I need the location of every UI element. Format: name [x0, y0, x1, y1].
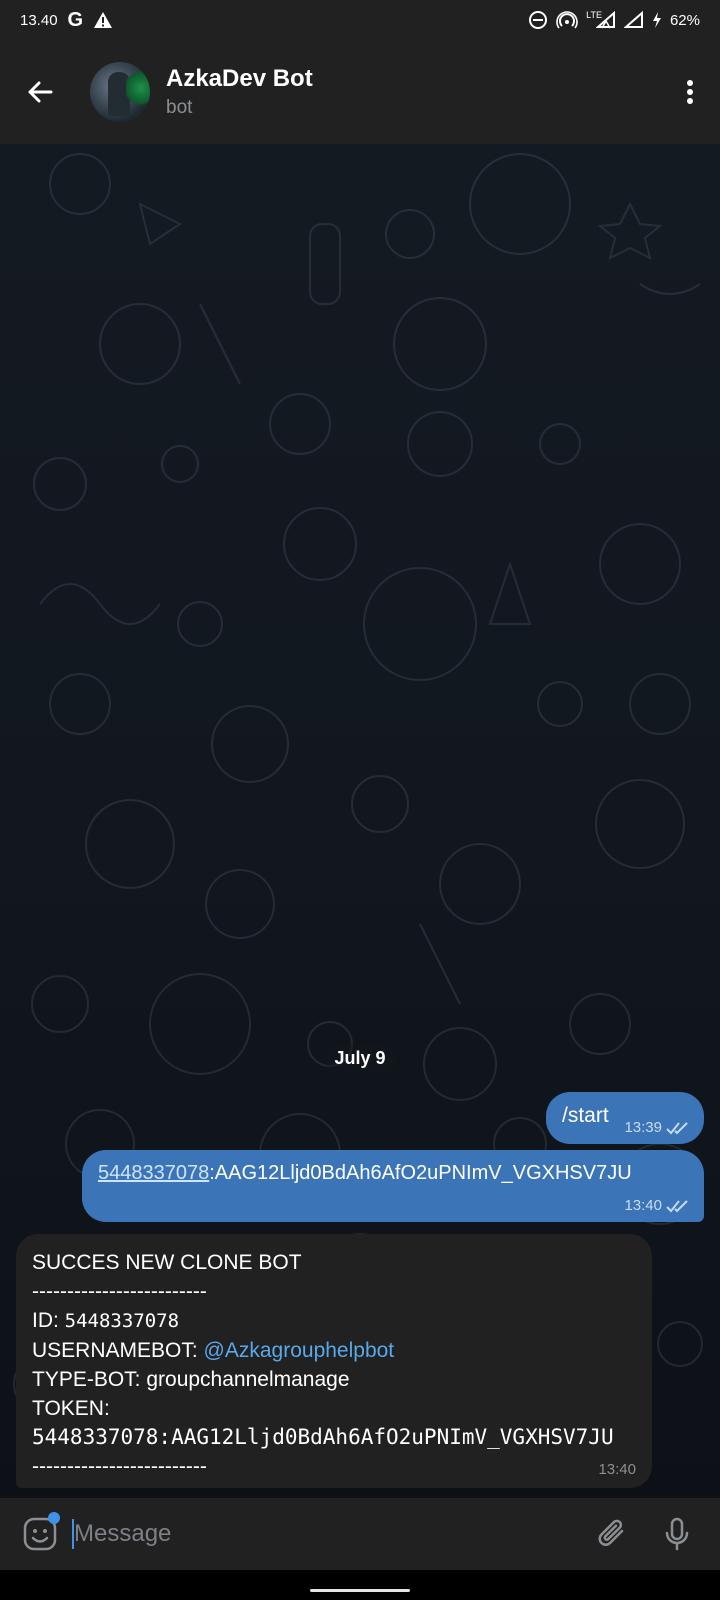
- date-label: July 9: [324, 1044, 396, 1073]
- voice-record-button[interactable]: [652, 1509, 702, 1559]
- battery-percent: 62%: [669, 11, 700, 29]
- divider-text: -------------------------: [32, 1455, 207, 1478]
- avatar[interactable]: [90, 62, 150, 122]
- message-time: 13:39: [624, 1119, 662, 1136]
- signal-icon: [623, 11, 644, 29]
- status-bar: 13.40 G LTE 62%: [0, 0, 720, 40]
- message-title: SUCCES NEW CLONE BOT: [32, 1251, 302, 1274]
- message-input[interactable]: [74, 1520, 588, 1548]
- message-text: /start: [562, 1104, 609, 1127]
- signal-icon: [595, 11, 616, 29]
- chat-title-block[interactable]: AzkaDev Bot bot: [166, 65, 313, 119]
- chat-subtitle: bot: [166, 97, 193, 118]
- hotspot-icon: [556, 10, 578, 30]
- dnd-icon: [528, 10, 548, 30]
- microphone-icon: [665, 1517, 689, 1551]
- google-icon: G: [67, 8, 84, 31]
- arrow-back-icon: [28, 81, 53, 103]
- divider-text: -------------------------: [32, 1280, 207, 1303]
- status-time: 13.40: [20, 11, 58, 29]
- more-options-button[interactable]: [660, 40, 720, 144]
- id-line: ID: 5448337078: [32, 1309, 180, 1332]
- emoji-button[interactable]: [18, 1512, 62, 1556]
- message-meta: 13:39: [624, 1119, 690, 1136]
- username-mention-link[interactable]: @Azkagrouphelpbot: [204, 1339, 395, 1362]
- message-time: 13:40: [598, 1461, 636, 1478]
- chat-title: AzkaDev Bot: [166, 65, 313, 92]
- token-label: TOKEN:: [32, 1397, 110, 1420]
- message-bubble-incoming[interactable]: SUCCES NEW CLONE BOT -------------------…: [16, 1234, 652, 1488]
- message-input-bar: [0, 1498, 720, 1570]
- username-line: USERNAMEBOT: @Azkagrouphelpbot: [32, 1339, 395, 1362]
- id-value: 5448337078: [64, 1310, 180, 1332]
- message-time: 13:40: [624, 1197, 662, 1214]
- notification-dot: [48, 1512, 60, 1524]
- double-check-icon: [666, 1121, 688, 1134]
- message-meta: 13:40: [624, 1197, 690, 1214]
- paperclip-icon: [598, 1519, 624, 1546]
- token-value: 5448337078:AAG12Lljd0BdAh6AfO2uPNImV_VGX…: [32, 1425, 614, 1449]
- type-line: TYPE-BOT: groupchannelmanage: [32, 1368, 350, 1391]
- bot-id-link[interactable]: 5448337078: [98, 1162, 209, 1184]
- home-indicator[interactable]: [310, 1589, 410, 1592]
- message-bubble-outgoing[interactable]: 5448337078:AAG12Lljd0BdAh6AfO2uPNImV_VGX…: [82, 1150, 704, 1222]
- battery-charging-icon: [652, 12, 662, 28]
- message-bubble-outgoing[interactable]: /start 13:39: [546, 1092, 704, 1144]
- date-separator: July 9: [0, 1044, 720, 1073]
- back-button[interactable]: [0, 40, 80, 144]
- attach-button[interactable]: [588, 1509, 638, 1559]
- navigation-bar: [0, 1570, 720, 1600]
- warning-icon: [93, 11, 113, 29]
- chat-header: AzkaDev Bot bot: [0, 40, 720, 144]
- message-text: 5448337078:AAG12Lljd0BdAh6AfO2uPNImV_VGX…: [98, 1162, 688, 1185]
- more-vert-icon: [687, 80, 693, 104]
- double-check-icon: [666, 1199, 688, 1212]
- token-text: :AAG12Lljd0BdAh6AfO2uPNImV_VGXHSV7JU: [209, 1162, 632, 1184]
